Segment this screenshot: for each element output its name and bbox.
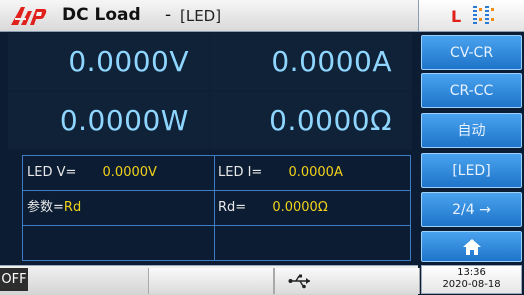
page-next-button[interactable]: 2/4 → xyxy=(421,192,522,227)
table-row[interactable]: LED V= 0.0000V LED I= 0.0000A xyxy=(23,156,410,191)
usb-icon xyxy=(288,274,310,289)
rd-cell[interactable]: Rd= 0.0000Ω xyxy=(218,191,406,225)
rd-value: 0.0000Ω xyxy=(272,200,328,215)
current-cell: 0.0000A xyxy=(211,33,412,90)
app-title: DC Load xyxy=(62,5,141,25)
cr-cc-button[interactable]: CR-CC xyxy=(421,73,522,108)
clock-box: 13:36 2020-08-18 xyxy=(421,265,522,294)
led-current-value: 0.0000A xyxy=(288,165,343,180)
status-box: L xyxy=(418,0,524,32)
resistance-cell: 0.0000Ω xyxy=(211,92,412,149)
rd-label: Rd= xyxy=(218,200,247,215)
auto-button[interactable]: 自动 xyxy=(421,113,522,148)
empty-cell-left xyxy=(27,226,212,260)
parameter-label: 参数= xyxy=(27,200,64,215)
bottom-tab-middle[interactable] xyxy=(148,268,274,294)
voltage-reading: 0.0000V xyxy=(68,45,189,78)
readings-panel: 0.0000V 0.0000A 0.0000W 0.0000Ω xyxy=(8,33,412,150)
power-reading: 0.0000W xyxy=(59,104,189,137)
ahp-logo-icon xyxy=(11,7,47,25)
led-voltage-cell[interactable]: LED V= 0.0000V xyxy=(27,156,212,190)
signal-status-icon xyxy=(473,6,494,24)
led-voltage-value: 0.0000V xyxy=(102,165,157,180)
resistance-reading: 0.0000Ω xyxy=(269,104,392,137)
power-cell: 0.0000W xyxy=(8,92,209,149)
mode-title: [LED] xyxy=(180,7,222,25)
title-separator: - xyxy=(165,5,172,25)
title-bar: DC Load - [LED] xyxy=(0,0,418,32)
dc-load-screen: DC Load - [LED] L 0.0000V 0.0000A 0.0000… xyxy=(0,0,524,295)
parameter-cell[interactable]: 参数=Rd xyxy=(27,191,212,225)
clock-date: 2020-08-18 xyxy=(442,279,501,290)
table-row[interactable]: 参数=Rd Rd= 0.0000Ω xyxy=(23,191,410,226)
parameter-value: Rd xyxy=(63,200,82,215)
voltage-cell: 0.0000V xyxy=(8,33,209,90)
output-state-badge[interactable]: OFF xyxy=(0,268,28,291)
led-current-cell[interactable]: LED I= 0.0000A xyxy=(218,156,406,190)
led-mode-button[interactable]: [LED] xyxy=(421,153,522,188)
home-icon xyxy=(462,239,481,255)
empty-cell-right xyxy=(218,226,406,260)
home-button[interactable] xyxy=(421,231,522,262)
led-voltage-label: LED V= xyxy=(27,165,77,180)
current-reading: 0.0000A xyxy=(271,45,392,78)
led-current-label: LED I= xyxy=(218,165,263,180)
local-indicator: L xyxy=(451,7,462,26)
clock-time: 13:36 xyxy=(457,267,486,278)
led-parameter-table: LED V= 0.0000V LED I= 0.0000A 参数=Rd Rd= … xyxy=(22,155,411,261)
cv-cr-button[interactable]: CV-CR xyxy=(421,35,522,70)
table-row[interactable] xyxy=(23,226,410,260)
